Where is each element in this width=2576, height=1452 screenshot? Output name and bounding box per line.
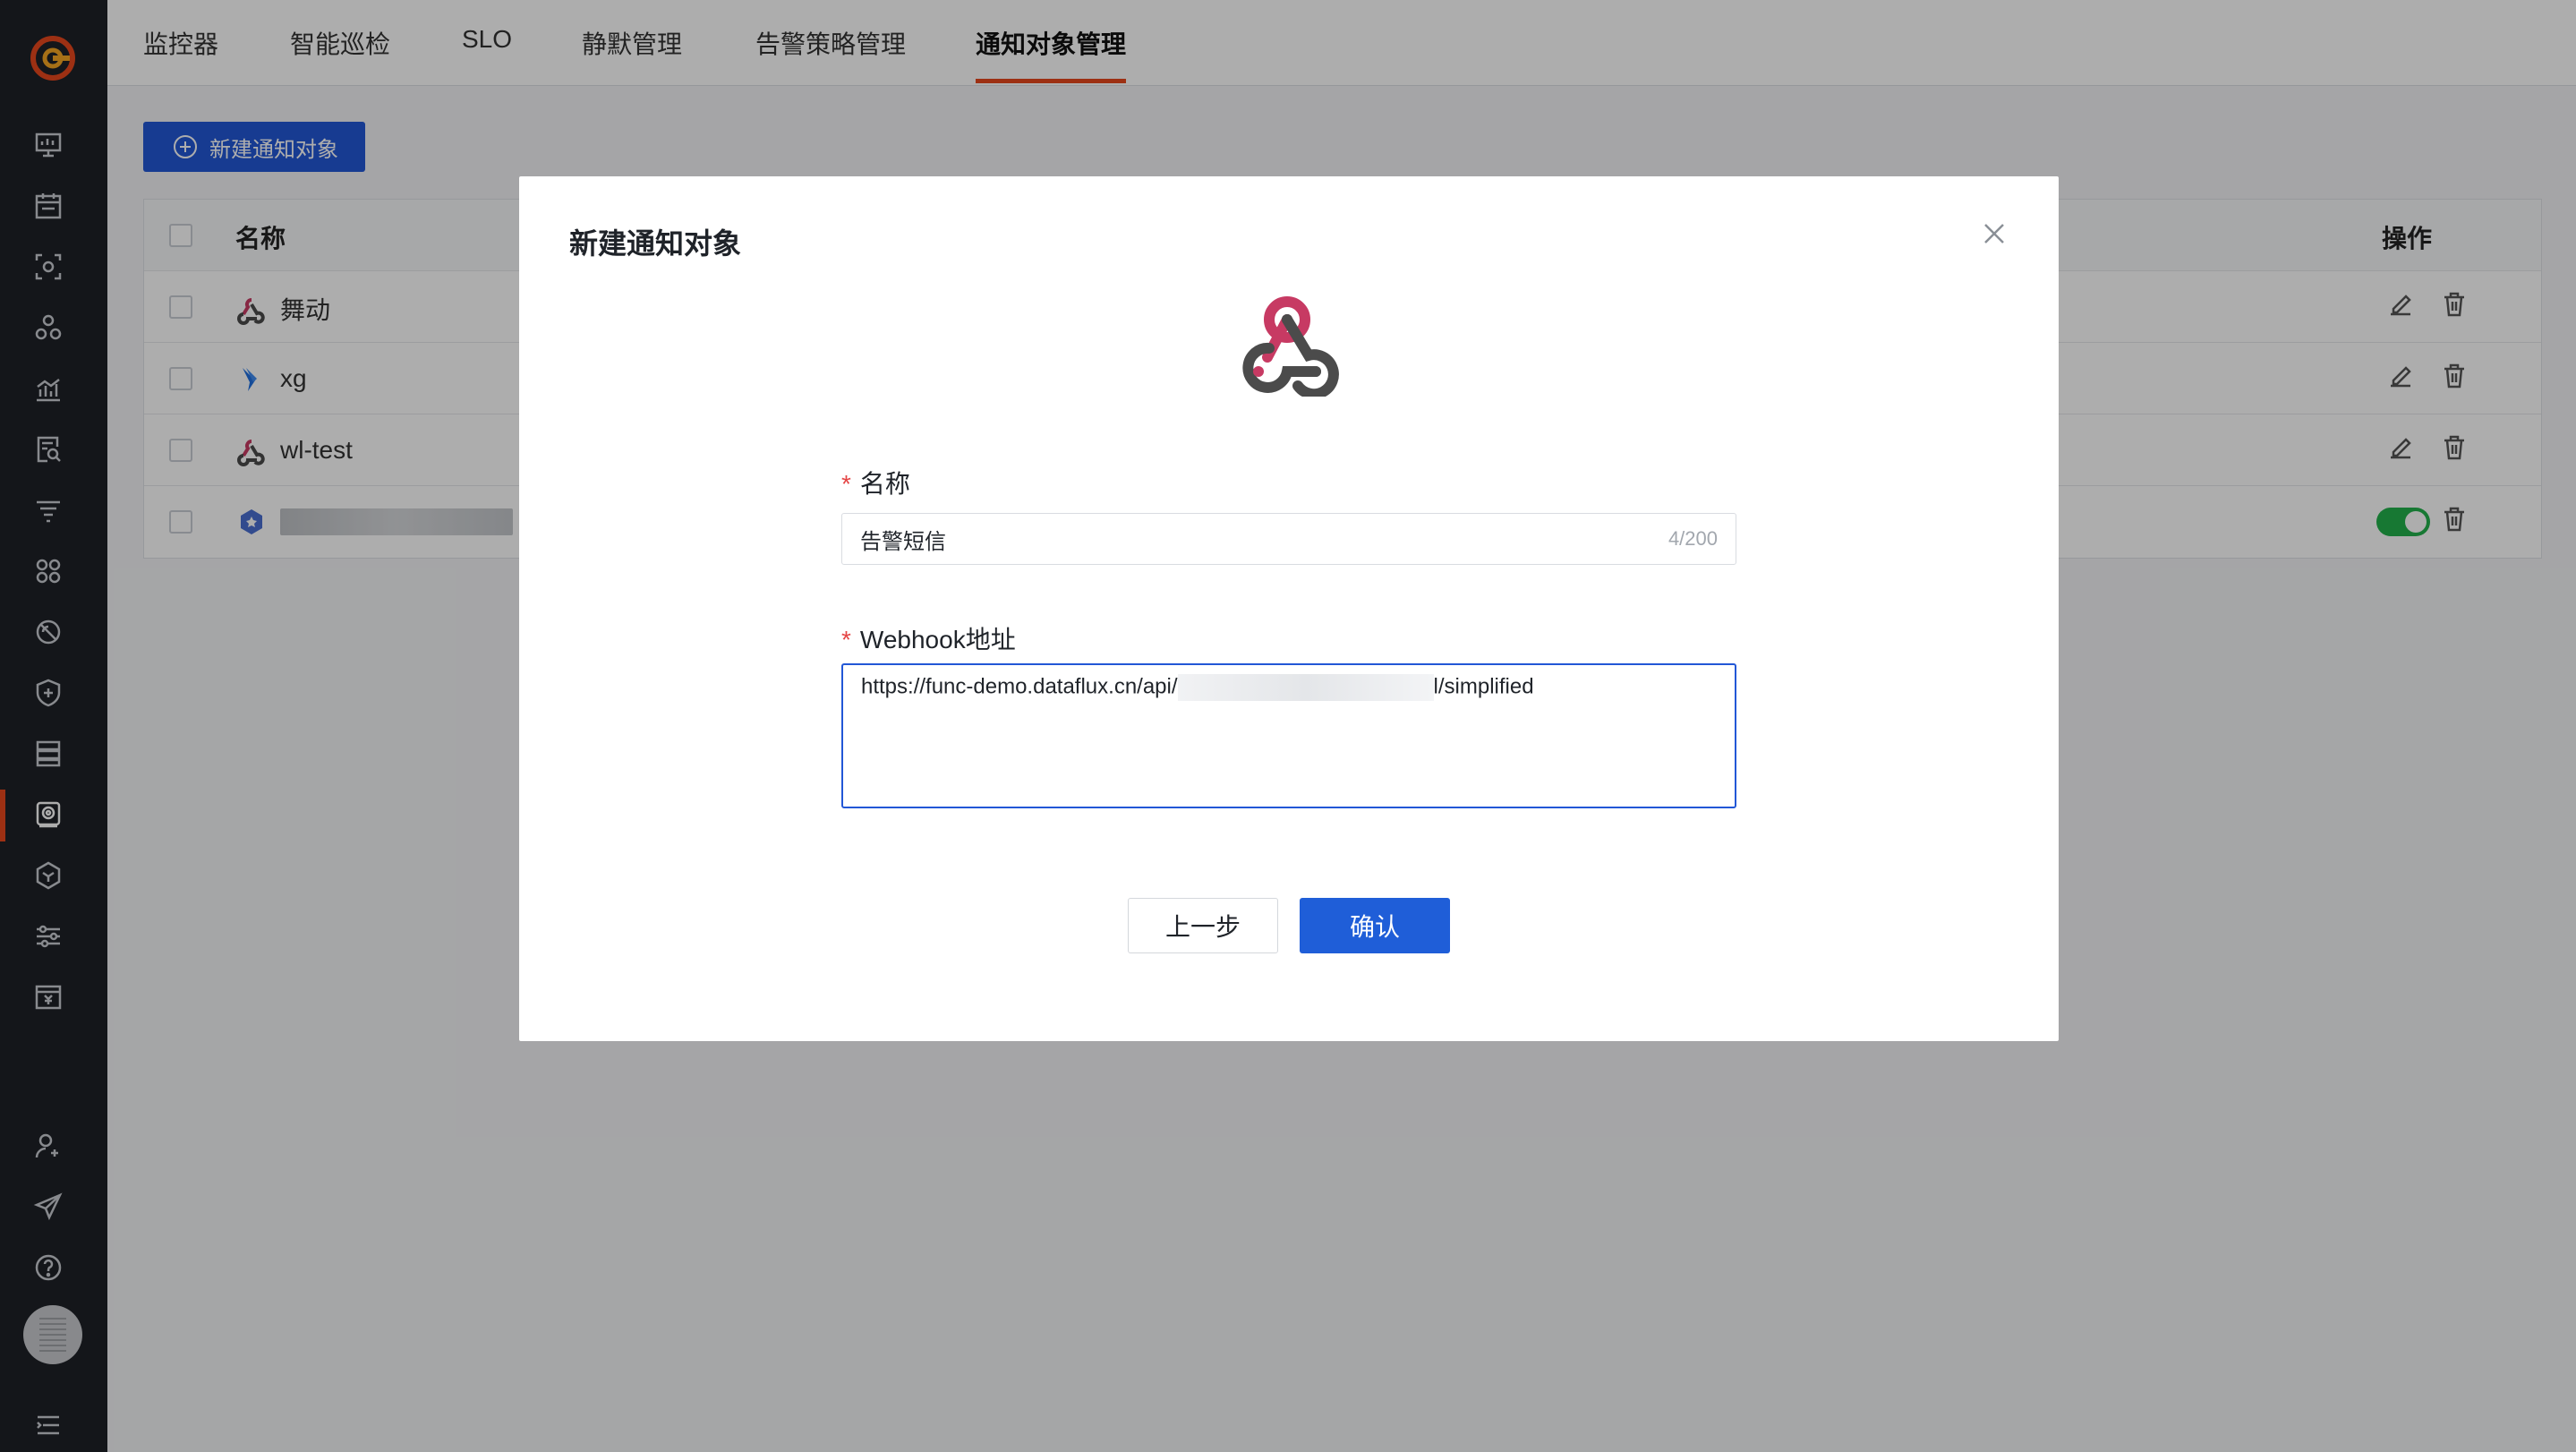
webhook-url-textarea[interactable]: https://func-demo.dataflux.cn/api/l/simp…: [841, 663, 1736, 808]
name-input-value: 告警短信: [860, 529, 946, 554]
required-star: *: [841, 470, 851, 498]
webhook-url-prefix: https://func-demo.dataflux.cn/api/: [861, 674, 1178, 699]
name-input[interactable]: 告警短信 4/200: [841, 513, 1736, 565]
webhook-url-suffix: l/simplified: [1433, 674, 1534, 699]
required-star: *: [841, 626, 851, 653]
webhook-field-label: * Webhook地址: [841, 626, 1016, 653]
new-notification-target-dialog: 新建通知对象 * 名称 告警短信 4/200 * Webhook地址 https:/…: [519, 176, 2059, 1041]
confirm-button[interactable]: 确认: [1300, 898, 1450, 953]
name-char-count: 4/200: [1668, 527, 1718, 550]
webhook-url-redacted: [1177, 674, 1434, 701]
dialog-title: 新建通知对象: [569, 227, 742, 260]
webhook-icon: [1232, 293, 1343, 400]
name-field-label: * 名称: [841, 470, 910, 498]
close-icon[interactable]: [1978, 218, 2010, 250]
previous-step-button[interactable]: 上一步: [1128, 898, 1278, 953]
